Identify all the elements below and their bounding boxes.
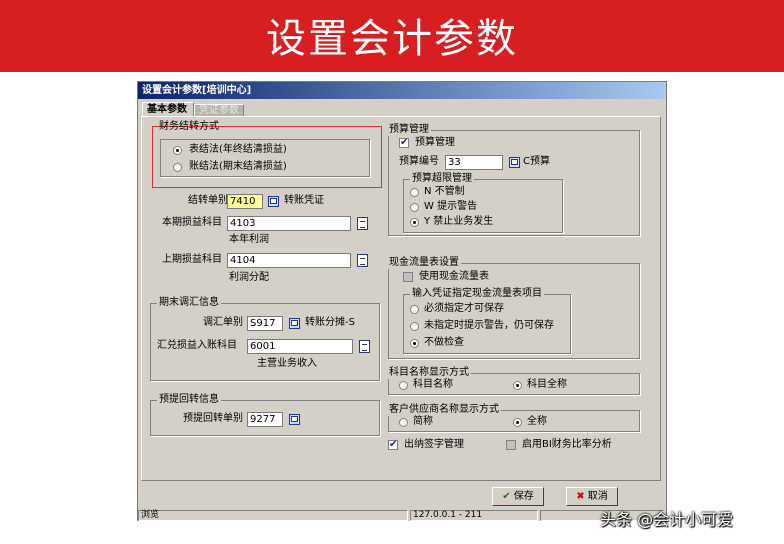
tab-panel: 财务结转方式 表结法(年终结清损益) 账结法(期末结清损益) 结转单别 7410… <box>141 116 661 481</box>
cashflow-entry-title: 输入凭证指定现金流量表项目 <box>410 288 544 300</box>
exchange-account-input[interactable]: 6001 <box>247 339 353 354</box>
pl-account-desc: 本年利润 <box>229 234 269 245</box>
budget-group: 预算管理 ✔ 预算管理 预算编号 33 C预算 预算超限管理 N 不管制 W 提… <box>387 124 640 236</box>
budget-title: 预算管理 <box>387 124 431 136</box>
radio-no-check[interactable] <box>410 339 419 348</box>
settings-window: 设置会计参数[培训中心] 基本参数 凭证参数 财务结转方式 表结法(年终结清损益… <box>137 81 667 521</box>
finance-transfer-title: 财务结转方式 <box>159 121 219 132</box>
close-icon: ✖ <box>576 491 585 502</box>
transfer-voucher-desc: 转账凭证 <box>284 195 324 206</box>
over-budget-title: 预算超限管理 <box>410 173 474 185</box>
radio-account-fullname[interactable] <box>513 381 522 390</box>
status-server: 127.0.0.1 - 211 <box>410 510 538 521</box>
over-budget-group: 预算超限管理 N 不管制 W 提示警告 Y 禁止业务发生 <box>403 173 563 233</box>
check-icon: ✔ <box>502 491 511 502</box>
radio-must-assign[interactable] <box>410 305 419 314</box>
radio-no-check-label: 不做检查 <box>424 337 464 348</box>
banner-title: 设置会计参数 <box>266 16 518 62</box>
cashflow-group: 现金流量表设置 使用现金流量表 输入凭证指定现金流量表项目 必须指定才可保存 未… <box>387 257 640 359</box>
pl-account-picker-icon[interactable] <box>357 217 368 230</box>
radio-vendor-short-label: 简称 <box>413 416 433 427</box>
radio-vendor-full[interactable] <box>513 418 522 427</box>
status-mode: 浏览 <box>138 510 408 521</box>
cashier-signature-checkbox[interactable]: ✔ <box>388 440 398 450</box>
accrual-group: 预提回转信息 预提回转单别 9277 <box>150 394 380 436</box>
accrual-voucher-input[interactable]: 9277 <box>247 412 283 427</box>
radio-warn-label: W 提示警告 <box>424 201 478 212</box>
transfer-voucher-input[interactable]: 7410 <box>227 194 263 209</box>
save-button-label: 保存 <box>513 491 534 502</box>
adjust-voucher-lookup-icon[interactable] <box>289 318 300 329</box>
transfer-voucher-label: 结转单别 <box>188 195 228 206</box>
cancel-button-label: 取消 <box>587 491 608 502</box>
cashflow-check-label: 使用现金流量表 <box>419 271 489 282</box>
accrual-voucher-lookup-icon[interactable] <box>289 414 300 425</box>
radio-account-method[interactable] <box>173 163 182 172</box>
budget-code-desc: C预算 <box>523 156 550 167</box>
cashflow-checkbox[interactable] <box>403 272 413 282</box>
period-adjust-title: 期末调汇信息 <box>157 297 221 309</box>
account-name-group: 科目名称显示方式 科目名称 科目全称 <box>387 367 640 395</box>
accrual-title: 预提回转信息 <box>157 394 221 406</box>
save-button[interactable]: ✔ 保存 <box>492 487 544 506</box>
pl-account-input[interactable]: 4103 <box>227 216 351 231</box>
vendor-name-group: 客户供应商名称显示方式 简称 全称 <box>387 404 640 432</box>
period-adjust-group: 期末调汇信息 调汇单别 S917 转账分摊-S 汇兑损益入账科目 6001 主营… <box>150 297 380 381</box>
bi-analysis-label: 启用BI财务比率分析 <box>522 439 612 450</box>
radio-account-name-label: 科目名称 <box>413 379 453 390</box>
radio-warn[interactable] <box>410 203 419 212</box>
vendor-name-title: 客户供应商名称显示方式 <box>387 404 501 416</box>
radio-warn-save-label: 未指定时提示警告，仍可保存 <box>424 320 554 331</box>
transfer-voucher-lookup-icon[interactable] <box>268 196 279 207</box>
radio-account-fullname-label: 科目全称 <box>527 379 567 390</box>
radio-statement-method-label: 表结法(年终结清损益) <box>189 144 287 155</box>
header-banner: 设置会计参数 <box>0 0 784 72</box>
tab-basic-params[interactable]: 基本参数 <box>142 102 194 116</box>
radio-must-assign-label: 必须指定才可保存 <box>424 303 504 314</box>
bi-analysis-checkbox[interactable] <box>506 440 516 450</box>
cancel-button[interactable]: ✖ 取消 <box>566 487 618 506</box>
radio-vendor-short[interactable] <box>399 418 408 427</box>
adjust-voucher-label: 调汇单别 <box>203 317 243 328</box>
prev-pl-account-input[interactable]: 4104 <box>227 253 351 268</box>
adjust-voucher-desc: 转账分摊-S <box>305 317 355 328</box>
prev-pl-account-picker-icon[interactable] <box>357 254 368 267</box>
exchange-account-label: 汇兑损益入账科目 <box>157 340 237 351</box>
adjust-voucher-input[interactable]: S917 <box>247 316 283 331</box>
radio-account-method-label: 账结法(期末结清损益) <box>189 161 287 172</box>
watermark: 头条 @会计小可爱 <box>600 510 734 529</box>
budget-checkbox[interactable]: ✔ <box>399 138 409 148</box>
radio-statement-method[interactable] <box>173 146 182 155</box>
tab-voucher-params[interactable]: 凭证参数 <box>194 104 244 116</box>
finance-transfer-group: 财务结转方式 表结法(年终结清损益) 账结法(期末结清损益) <box>159 121 370 177</box>
window-title: 设置会计参数[培训中心] <box>138 82 666 99</box>
prev-pl-account-label: 上期损益科目 <box>162 254 222 265</box>
budget-code-label: 预算编号 <box>399 156 439 167</box>
radio-account-name[interactable] <box>399 381 408 390</box>
pl-account-label: 本期损益科目 <box>162 217 222 228</box>
radio-forbid[interactable] <box>410 218 419 227</box>
radio-no-control-label: N 不管制 <box>424 186 465 197</box>
cashier-signature-label: 出纳签字管理 <box>404 439 464 450</box>
budget-check-label: 预算管理 <box>415 137 455 148</box>
accrual-voucher-label: 预提回转单别 <box>183 413 243 424</box>
cashflow-entry-group: 输入凭证指定现金流量表项目 必须指定才可保存 未指定时提示警告，仍可保存 不做检… <box>403 288 571 354</box>
radio-forbid-label: Y 禁止业务发生 <box>424 216 494 227</box>
prev-pl-account-desc: 利润分配 <box>229 272 269 283</box>
exchange-account-desc: 主营业务收入 <box>257 358 317 369</box>
budget-code-lookup-icon[interactable] <box>509 157 520 168</box>
status-bar: 浏览 127.0.0.1 - 211 <box>138 510 666 521</box>
budget-code-input[interactable]: 33 <box>445 155 503 170</box>
radio-no-control[interactable] <box>410 188 419 197</box>
exchange-account-picker-icon[interactable] <box>359 340 370 353</box>
radio-warn-save[interactable] <box>410 322 419 331</box>
radio-vendor-full-label: 全称 <box>527 416 547 427</box>
cashflow-title: 现金流量表设置 <box>387 257 461 269</box>
